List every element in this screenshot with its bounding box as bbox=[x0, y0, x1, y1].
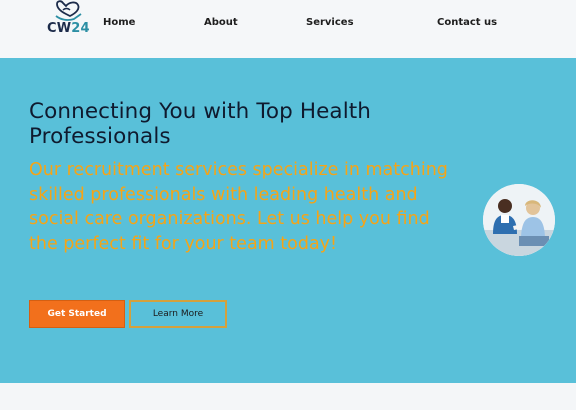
learn-more-button[interactable]: Learn More bbox=[129, 300, 227, 328]
hero-subtitle: Our recruitment services specialize in m… bbox=[29, 160, 448, 254]
navbar: CW24 Home About Services Contact us bbox=[0, 0, 576, 58]
nav-contact-link[interactable]: Contact us bbox=[437, 17, 497, 28]
logo-text-accent: 24 bbox=[71, 21, 90, 36]
caregiver-and-patient-illustration bbox=[483, 184, 555, 256]
get-started-button[interactable]: Get Started bbox=[29, 300, 125, 328]
nav-services-link[interactable]: Services bbox=[306, 17, 354, 28]
logo[interactable]: CW24 bbox=[46, 0, 92, 40]
logo-text-main: CW bbox=[47, 21, 72, 36]
hero-section: Connecting You with Top Health Professio… bbox=[0, 58, 576, 383]
care-hands-logo-icon bbox=[55, 0, 82, 21]
hero-care-photo bbox=[483, 184, 555, 256]
hero-title: Connecting You with Top Health Professio… bbox=[29, 99, 372, 149]
nav-about-link[interactable]: About bbox=[204, 17, 238, 28]
logo-text: CW24 bbox=[47, 21, 90, 36]
nav-home-link[interactable]: Home bbox=[103, 17, 135, 28]
next-section-strip bbox=[0, 383, 576, 410]
